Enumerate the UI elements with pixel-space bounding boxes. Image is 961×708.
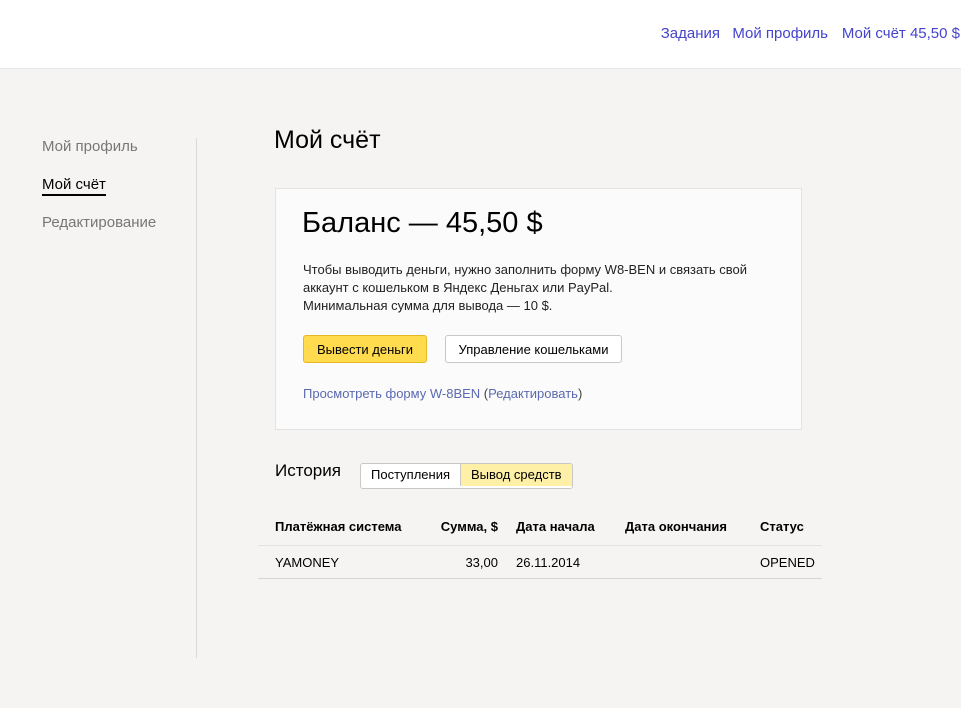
tab-incoming[interactable]: Поступления (361, 464, 460, 486)
sidebar-divider (196, 138, 197, 658)
sidebar-item-edit[interactable]: Редактирование (42, 214, 156, 231)
cell-system: YAMONEY (275, 555, 340, 570)
column-header-status: Статус (760, 519, 804, 534)
balance-info: Чтобы выводить деньги, нужно заполнить ф… (303, 261, 773, 315)
balance-amount: Баланс — 45,50 $ (302, 207, 543, 239)
edit-w8ben-link[interactable]: Редактировать (488, 386, 578, 401)
row-divider (258, 545, 822, 546)
cell-status: OPENED (760, 555, 815, 570)
column-header-start-date: Дата начала (516, 519, 595, 534)
info-line: Чтобы выводить деньги, нужно заполнить ф… (303, 262, 748, 277)
tab-withdrawals[interactable]: Вывод средств (460, 464, 572, 486)
sidebar-item-account[interactable]: Мой счёт (42, 176, 106, 196)
cell-start-date: 26.11.2014 (516, 555, 581, 570)
column-header-amount: Сумма, $ (440, 519, 498, 534)
nav-account-link[interactable]: Мой счёт 45,50 $ (842, 25, 960, 42)
nav-tasks-link[interactable]: Задания (661, 25, 720, 42)
withdraw-button[interactable]: Вывести деньги (303, 335, 427, 363)
history-tabs: Поступления Вывод средств (360, 463, 573, 489)
column-header-system: Платёжная система (275, 519, 402, 534)
info-line: Минимальная сумма для вывода — 10 $. (303, 298, 553, 313)
paren-open: ( (480, 386, 489, 401)
sidebar-item-profile[interactable]: Мой профиль (42, 138, 138, 155)
cell-amount: 33,00 (465, 555, 498, 570)
form-links: Просмотреть форму W-8BEN (Редактировать) (303, 386, 582, 401)
page-title: Мой счёт (274, 126, 381, 154)
row-divider (258, 578, 822, 579)
nav-profile-link[interactable]: Мой профиль (732, 25, 828, 42)
history-title: История (275, 461, 341, 480)
balance-card: Баланс — 45,50 $ Чтобы выводить деньги, … (275, 188, 802, 430)
paren-close: ) (577, 386, 583, 401)
view-w8ben-link[interactable]: Просмотреть форму W-8BEN (303, 386, 480, 401)
manage-wallets-button[interactable]: Управление кошельками (445, 335, 622, 363)
column-header-end-date: Дата окончания (625, 519, 727, 534)
top-header: Задания Мой профиль Мой счёт 45,50 $ (0, 0, 961, 69)
info-line: аккаунт с кошельком в Яндекс Деньгах или… (303, 280, 613, 295)
